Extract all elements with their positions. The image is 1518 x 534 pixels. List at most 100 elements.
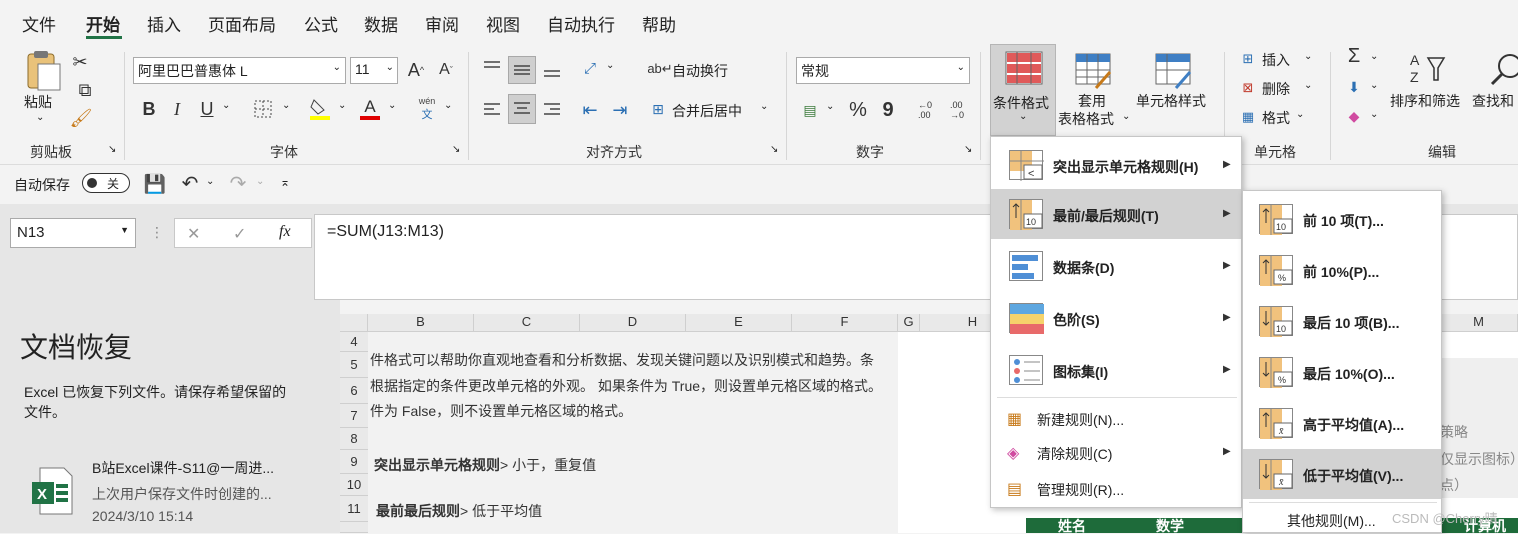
tab-review[interactable]: 审阅 [425, 11, 459, 36]
tab-help[interactable]: 帮助 [642, 11, 676, 36]
comma-style-button[interactable]: 9 [876, 96, 900, 124]
submenu-item-bottom-10[interactable]: 10 最后 10 项(B)... [1243, 297, 1441, 345]
chevron-down-icon[interactable]: ⌄ [1304, 80, 1312, 91]
clear-icon[interactable]: ◆ [1344, 106, 1364, 126]
insert-function-icon[interactable]: fx [279, 223, 291, 241]
insert-cells-icon[interactable]: ⊞ [1238, 50, 1258, 68]
copy-icon[interactable]: ⧉ [70, 80, 100, 100]
chevron-down-icon[interactable]: ⌄ [1122, 111, 1130, 122]
enter-icon[interactable]: ✓ [233, 224, 246, 244]
sort-filter-icon[interactable]: AZ [1408, 50, 1448, 88]
submenu-item-above-average[interactable]: x̄ 高于平均值(A)... [1243, 399, 1441, 447]
submenu-item-top-10[interactable]: 10 前 10 项(T)... [1243, 195, 1441, 243]
menu-item-icon-sets[interactable]: 图标集(I) ▶ [991, 345, 1241, 395]
tab-file[interactable]: 文件 [22, 11, 56, 36]
wrap-text-icon[interactable]: ab↵ [647, 58, 672, 80]
chevron-down-icon[interactable]: ⌄ [1296, 109, 1304, 120]
orientation-icon[interactable]: ⤢ [578, 56, 602, 80]
tab-home[interactable]: 开始 [86, 11, 120, 36]
increase-decimal-icon[interactable]: ←0 .00 [912, 96, 938, 124]
recovery-file-name[interactable]: B站Excel课件-S11@一周进... [92, 458, 274, 478]
merge-center-icon[interactable]: ⊞ [648, 98, 668, 120]
menu-item-manage-rules[interactable]: ▤ 管理规则(R)... [991, 473, 1241, 505]
cancel-icon[interactable]: ✕ [187, 224, 200, 244]
align-middle-icon[interactable] [508, 56, 536, 84]
font-name-field[interactable]: 阿里巴巴普惠体 L ⌄ [133, 57, 346, 84]
chevron-down-icon[interactable]: ⌄ [206, 176, 214, 187]
column-header[interactable]: B [368, 314, 474, 332]
customize-qat-icon[interactable]: ⌅ [280, 175, 290, 189]
clipboard-launcher-icon[interactable]: ↘ [108, 144, 116, 155]
name-box[interactable]: N13 ▼ [10, 218, 136, 248]
row-header[interactable]: 11 [340, 496, 368, 522]
find-select-button[interactable]: 查找和 [1472, 91, 1514, 111]
align-left-icon[interactable] [480, 96, 504, 124]
tab-formulas[interactable]: 公式 [304, 11, 338, 36]
submenu-item-bottom-10-percent[interactable]: % 最后 10%(O)... [1243, 348, 1441, 396]
conditional-format-button[interactable]: 条件格式 ⌄ [990, 44, 1056, 136]
chevron-down-icon[interactable]: ⌄ [826, 101, 834, 112]
row-header[interactable]: 7 [340, 404, 368, 428]
save-icon[interactable]: 💾 [144, 173, 166, 195]
bold-button[interactable]: B [138, 98, 160, 120]
format-as-table-label-1[interactable]: 套用 [1078, 91, 1106, 111]
chevron-down-icon[interactable]: ⌄ [386, 62, 394, 73]
select-all-corner[interactable] [340, 314, 368, 332]
submenu-item-top-10-percent[interactable]: % 前 10%(P)... [1243, 246, 1441, 294]
undo-icon[interactable]: ↶ [178, 171, 202, 195]
wrap-text-button[interactable]: 自动换行 [672, 61, 728, 81]
chevron-down-icon[interactable]: ⌄ [256, 176, 264, 187]
format-cells-icon[interactable]: ▦ [1238, 108, 1258, 126]
column-header[interactable]: G [898, 314, 920, 332]
menu-item-new-rule[interactable]: ▦ 新建规则(N)... [991, 403, 1241, 435]
chevron-down-icon[interactable]: ⌄ [760, 101, 768, 112]
find-select-icon[interactable] [1488, 50, 1518, 88]
menu-item-clear-rules[interactable]: ◈ 清除规则(C) ▶ [991, 437, 1241, 469]
align-bottom-icon[interactable] [540, 56, 564, 84]
chevron-down-icon[interactable]: ⌄ [606, 60, 614, 71]
chevron-down-icon[interactable]: ⌄ [957, 62, 965, 73]
row-header[interactable]: 5 [340, 352, 368, 378]
menu-item-highlight-rules[interactable]: < 突出显示单元格规则(H) ▶ [991, 141, 1241, 189]
row-header[interactable]: 9 [340, 450, 368, 474]
chevron-down-icon[interactable]: ⌄ [282, 100, 290, 111]
format-painter-icon[interactable]: 🖌 [70, 108, 93, 128]
decrease-decimal-icon[interactable]: .00 →0 [944, 96, 970, 124]
column-header[interactable]: M [1440, 314, 1518, 332]
cell-styles-button[interactable]: 单元格样式 [1136, 91, 1206, 111]
paste-icon[interactable] [20, 50, 64, 91]
autosave-toggle[interactable]: 关 [82, 173, 130, 193]
font-size-field[interactable]: 11 ⌄ [350, 57, 398, 84]
align-top-icon[interactable] [480, 56, 504, 80]
fill-color-icon[interactable] [308, 96, 332, 122]
dropdown-arrow-icon[interactable]: ▼ [120, 225, 129, 235]
percent-style-button[interactable]: % [846, 96, 870, 124]
align-right-icon[interactable] [540, 96, 564, 124]
font-launcher-icon[interactable]: ↘ [452, 144, 460, 155]
row-header[interactable]: 4 [340, 332, 368, 352]
chevron-down-icon[interactable]: ⌄ [333, 62, 341, 73]
grow-font-icon[interactable]: A ^ [404, 58, 428, 82]
increase-indent-icon[interactable]: ⇥ [608, 96, 632, 124]
paste-button[interactable]: 粘贴 [24, 92, 52, 112]
sort-filter-button[interactable]: 排序和筛选 [1390, 91, 1460, 111]
delete-cells-button[interactable]: 删除 [1262, 79, 1290, 99]
decrease-indent-icon[interactable]: ⇤ [578, 96, 602, 124]
column-header[interactable]: C [474, 314, 580, 332]
redo-icon[interactable]: ↷ [226, 171, 250, 195]
chevron-down-icon[interactable]: ⌄ [1304, 51, 1312, 62]
tab-automate[interactable]: 自动执行 [547, 11, 615, 36]
cut-icon[interactable]: ✂ [70, 52, 90, 72]
shrink-font-icon[interactable]: Aˇ [434, 58, 458, 82]
underline-button[interactable]: U [196, 98, 218, 120]
phonetic-guide-icon[interactable]: wén 文 [414, 96, 440, 122]
accounting-format-icon[interactable]: ▤ [798, 96, 822, 124]
align-center-icon[interactable] [508, 94, 536, 124]
tab-insert[interactable]: 插入 [147, 11, 181, 36]
autosum-icon[interactable]: Σ [1344, 44, 1364, 68]
paste-dropdown-icon[interactable]: ⌄ [36, 112, 44, 123]
tab-view[interactable]: 视图 [486, 11, 520, 36]
tab-page-layout[interactable]: 页面布局 [208, 11, 276, 36]
chevron-down-icon[interactable]: ⌄ [1370, 109, 1378, 120]
column-header[interactable]: D [580, 314, 686, 332]
